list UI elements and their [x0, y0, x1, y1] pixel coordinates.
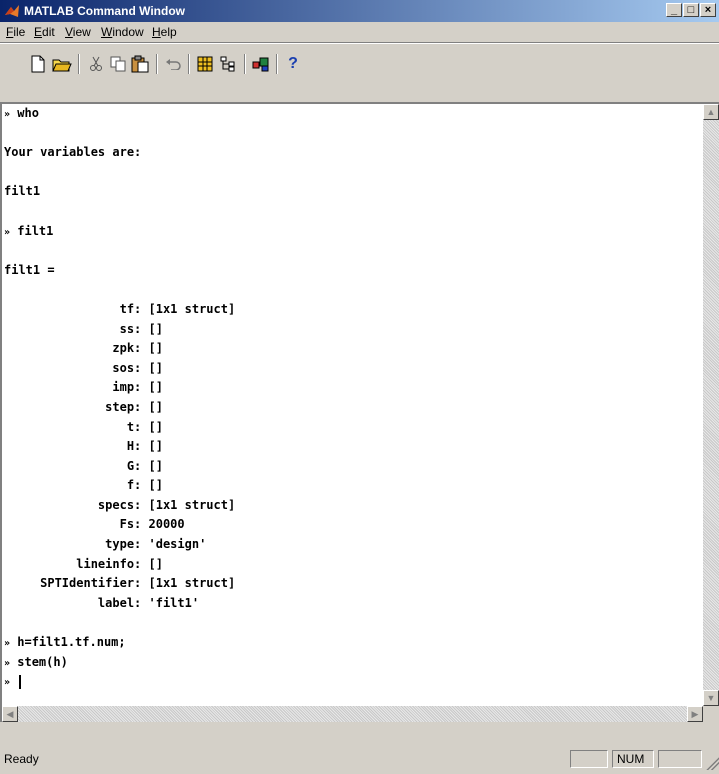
toolbar-separator — [188, 54, 190, 74]
status-pane-empty — [570, 750, 608, 768]
menu-bar: File Edit View Window Help — [0, 22, 719, 42]
menu-window[interactable]: Window — [101, 25, 144, 39]
window-title: MATLAB Command Window — [24, 4, 185, 18]
horizontal-scrollbar[interactable]: ◀ ▶ — [2, 706, 703, 722]
scroll-up-button[interactable]: ▲ — [703, 104, 719, 120]
output-line: lineinfo: [] — [4, 556, 163, 571]
status-bar: Ready NUM — [0, 744, 719, 774]
output-line: filt1 — [4, 184, 41, 199]
copy-icon[interactable] — [108, 54, 128, 74]
menu-file[interactable]: File — [6, 25, 25, 39]
paste-icon[interactable] — [130, 54, 150, 74]
text-cursor — [19, 674, 22, 689]
command-text: who — [10, 106, 39, 120]
scroll-right-button[interactable]: ▶ — [687, 706, 703, 722]
scrollbar-corner — [703, 706, 719, 722]
output-line: f: [] — [4, 478, 163, 493]
matlab-logo-icon — [5, 5, 19, 17]
command-text: filt1 — [10, 223, 54, 238]
status-pane-empty — [658, 750, 702, 768]
scroll-down-button[interactable]: ▼ — [703, 690, 719, 706]
toolbar-separator — [156, 54, 158, 74]
command-text: stem(h) — [10, 654, 68, 669]
open-folder-icon[interactable] — [52, 54, 72, 74]
command-input[interactable] — [10, 674, 17, 688]
output-line: Your variables are: — [4, 145, 142, 160]
close-button[interactable]: × — [700, 3, 716, 17]
cut-icon[interactable] — [86, 54, 106, 74]
command-line: » h=filt1.tf.num; — [4, 633, 694, 653]
output-line: ss: [] — [4, 321, 163, 336]
output-line: Fs: 20000 — [4, 517, 185, 532]
simulink-icon[interactable] — [251, 54, 271, 74]
resize-grip-icon[interactable] — [703, 754, 719, 770]
output-line: imp: [] — [4, 380, 163, 395]
output-line: specs: [1x1 struct] — [4, 497, 236, 512]
help-icon[interactable]: ? — [283, 54, 303, 74]
num-lock-indicator: NUM — [612, 750, 654, 768]
output-line: t: [] — [4, 419, 163, 434]
menu-view[interactable]: View — [65, 25, 91, 39]
command-output[interactable]: » who Your variables are: filt1» filt1 filt… — [4, 104, 694, 700]
command-line: » who — [4, 104, 694, 124]
workspace-browser-icon[interactable] — [195, 54, 215, 74]
toolbar: ? — [0, 42, 719, 94]
output-line: zpk: [] — [4, 341, 163, 356]
new-file-icon[interactable] — [28, 54, 48, 74]
prompt-line: » — [4, 672, 694, 692]
menu-help[interactable]: Help — [152, 25, 177, 39]
output-line: G: [] — [4, 458, 163, 473]
command-line: » filt1 — [4, 222, 694, 242]
command-line: » stem(h) — [4, 653, 694, 673]
maximize-button[interactable]: □ — [683, 3, 699, 17]
output-line: tf: [1x1 struct] — [4, 301, 236, 316]
command-text: h=filt1.tf.num; — [10, 635, 126, 650]
toolbar-separator — [244, 54, 246, 74]
vertical-scrollbar[interactable]: ▲ ▼ — [703, 104, 719, 706]
matlab-command-window: MATLAB Command Window _ □ × File Edit Vi… — [0, 0, 719, 774]
output-line: SPTIdentifier: [1x1 struct] — [4, 576, 236, 591]
status-text: Ready — [4, 752, 39, 766]
output-line: type: 'design' — [4, 537, 207, 552]
command-window[interactable]: » who Your variables are: filt1» filt1 filt… — [0, 102, 719, 722]
toolbar-separator — [78, 54, 80, 74]
output-line: filt1 = — [4, 262, 55, 277]
toolbar-separator — [276, 54, 278, 74]
output-line: sos: [] — [4, 360, 163, 375]
output-line: H: [] — [4, 439, 163, 454]
path-browser-icon[interactable] — [218, 54, 238, 74]
minimize-button[interactable]: _ — [666, 3, 682, 17]
scroll-left-button[interactable]: ◀ — [2, 706, 18, 722]
menu-edit[interactable]: Edit — [34, 25, 55, 39]
output-line: step: [] — [4, 399, 163, 414]
title-bar[interactable]: MATLAB Command Window _ □ × — [0, 0, 719, 22]
output-line: label: 'filt1' — [4, 595, 200, 610]
undo-icon[interactable] — [163, 54, 183, 74]
